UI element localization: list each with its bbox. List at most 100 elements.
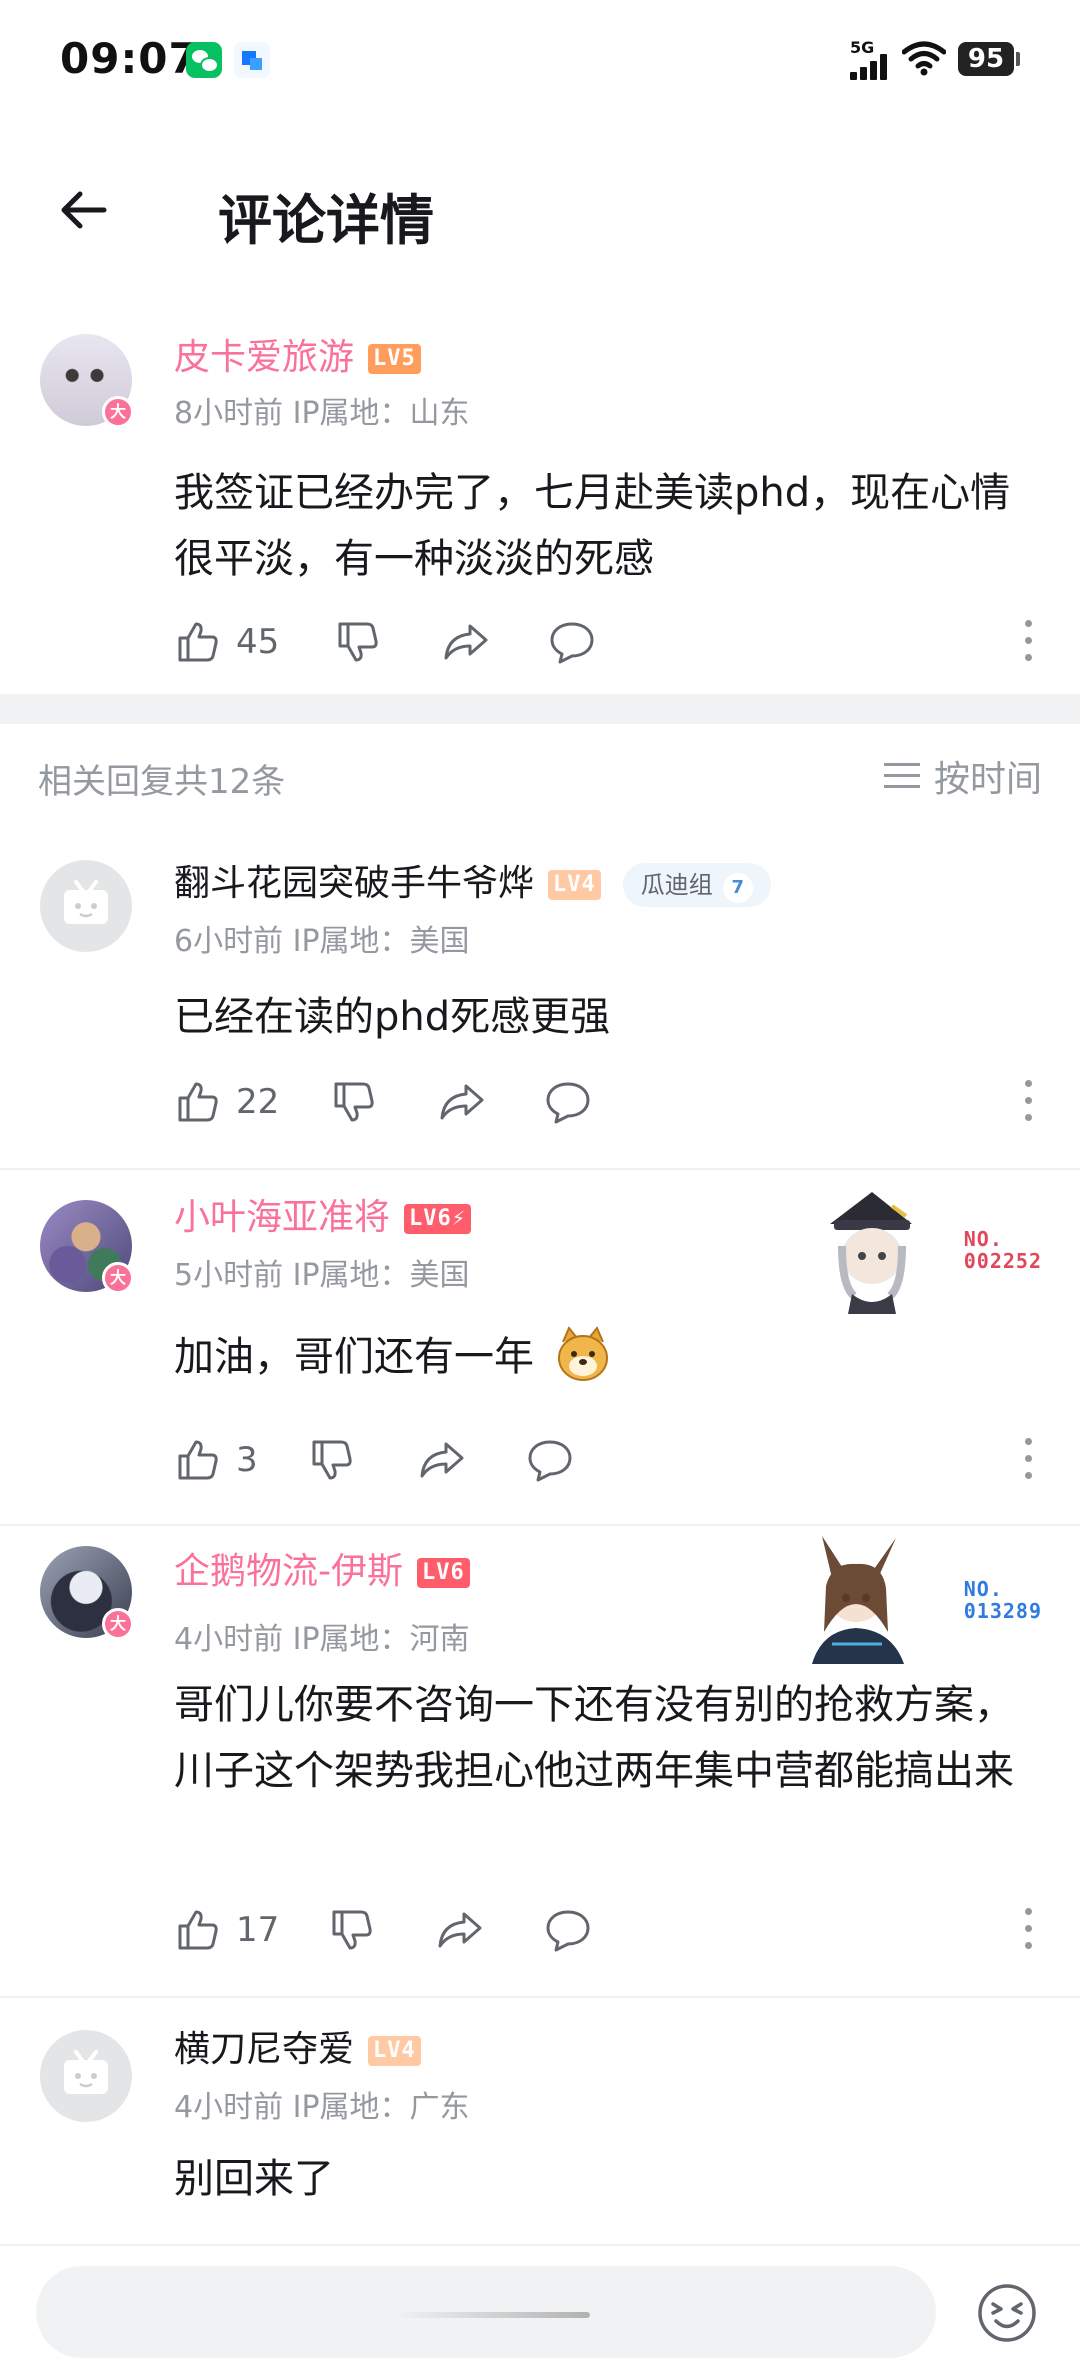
reply-input[interactable] [36, 2266, 936, 2358]
level-badge: LV5 [368, 344, 421, 374]
like-count: 45 [236, 622, 280, 662]
dislike-button[interactable] [328, 1900, 376, 1960]
comment-actions: 3 [174, 1430, 1034, 1490]
share-icon [440, 1084, 484, 1120]
avatar[interactable]: 大 [40, 1546, 134, 1640]
comment-meta: 5小时前 IP属地：美国 [174, 1258, 470, 1293]
fan-group-name: 瓜迪组 [640, 871, 713, 899]
like-button[interactable]: 3 [174, 1430, 258, 1490]
wechat-notification-icon [186, 42, 222, 78]
avatar-decoration-card[interactable]: NO. 002252 [812, 1186, 1042, 1316]
like-button[interactable]: 45 [174, 612, 279, 672]
emoji-icon[interactable] [976, 2282, 1038, 2344]
share-icon [444, 624, 488, 660]
decoration-character-icon [812, 1536, 904, 1664]
comment-actions: 17 [174, 1900, 1034, 1960]
like-count: 17 [236, 1910, 280, 1950]
fan-group-tag[interactable]: 瓜迪组 7 [622, 863, 771, 907]
app-notification-icon [234, 42, 270, 78]
comment-content: 别回来了 [174, 2156, 334, 2202]
reply-item: 翻斗花园突破手牛爷烨 LV4 瓜迪组 7 6小时前 IP属地：美国 已经在读的phd死… [0, 850, 1080, 1160]
avatar[interactable]: 大 [40, 1200, 134, 1294]
share-icon [438, 1912, 482, 1948]
share-button[interactable] [442, 612, 490, 672]
avatar-badge: 大 [102, 1608, 134, 1640]
sort-icon [883, 761, 920, 791]
comment-username[interactable]: 企鹅物流-伊斯 LV6 [174, 1542, 470, 1594]
like-button[interactable]: 17 [174, 1900, 279, 1960]
comment-text: 加油，哥们还有一年 [174, 1334, 534, 1380]
level-badge: LV6 [417, 1558, 470, 1588]
more-icon[interactable] [1022, 1080, 1034, 1124]
comment-meta: 6小时前 IP属地：美国 [174, 924, 470, 959]
signal-icon [850, 54, 894, 80]
reply-icon [550, 622, 594, 664]
dislike-button[interactable] [330, 1072, 378, 1132]
back-arrow-icon[interactable] [52, 178, 116, 242]
like-icon [178, 622, 218, 662]
reply-item: 大 小叶海亚准将 LV6⚡ NO. 002252 5小时前 IP属地：美国 加油，… [0, 1186, 1080, 1516]
avatar[interactable] [40, 860, 132, 952]
comment-actions: 22 [174, 1072, 1034, 1132]
share-button[interactable] [418, 1430, 466, 1490]
default-avatar-icon [64, 2050, 108, 2094]
comment-meta: 4小时前 IP属地：广东 [174, 2090, 470, 2125]
reply-button[interactable] [544, 1900, 592, 1960]
battery-indicator: 95 [958, 42, 1014, 76]
comment-meta: 4小时前 IP属地：河南 [174, 1622, 470, 1657]
share-button[interactable] [438, 1072, 486, 1132]
dislike-icon [332, 1910, 372, 1950]
level-badge: LV4 [548, 870, 601, 900]
comment-username[interactable]: 横刀尼夺爱 LV4 [174, 2020, 421, 2072]
decoration-number: NO. 013289 [964, 1578, 1042, 1622]
reply-icon [546, 1910, 590, 1952]
more-icon[interactable] [1022, 1438, 1034, 1482]
reply-icon [528, 1440, 572, 1482]
comment-username[interactable]: 翻斗花园突破手牛爷烨 LV4 瓜迪组 7 [174, 854, 771, 907]
comment-username[interactable]: 小叶海亚准将 LV6⚡ [174, 1188, 471, 1240]
sort-label: 按时间 [933, 759, 1042, 800]
like-count: 3 [236, 1440, 258, 1480]
reply-button[interactable] [548, 612, 596, 672]
fan-group-level: 7 [722, 873, 753, 903]
divider [0, 1524, 1080, 1526]
decoration-number: NO. 002252 [964, 1228, 1042, 1272]
divider [0, 1996, 1080, 1998]
section-divider [0, 694, 1080, 724]
avatar[interactable] [40, 2030, 132, 2122]
username-text: 翻斗花园突破手牛爷烨 [174, 863, 535, 904]
level-badge: LV6⚡ [404, 1204, 471, 1234]
username-text: 横刀尼夺爱 [174, 2029, 355, 2070]
comment-username[interactable]: 皮卡爱旅游 LV5 [174, 328, 421, 380]
like-icon [178, 1910, 218, 1950]
comment-content: 加油，哥们还有一年 [174, 1324, 1034, 1390]
username-text: 企鹅物流-伊斯 [174, 1551, 403, 1592]
dislike-icon [334, 1082, 374, 1122]
reply-button[interactable] [526, 1430, 574, 1490]
share-icon [420, 1442, 464, 1478]
like-icon [178, 1440, 218, 1480]
comment-content: 我签证已经办完了，七月赴美读phd，现在心情很平淡，有一种淡淡的死感 [174, 470, 1011, 582]
decoration-no-label: NO. [963, 1227, 1003, 1251]
avatar-badge: 大 [102, 1262, 134, 1294]
decoration-no-value: 013289 [963, 1599, 1042, 1623]
avatar[interactable]: 大 [40, 334, 134, 428]
main-comment: 大 皮卡爱旅游 LV5 8小时前 IP属地：山东 我签证已经办完了，七月赴美读ph… [0, 330, 1080, 690]
like-count: 22 [236, 1082, 280, 1122]
decoration-no-label: NO. [963, 1577, 1003, 1601]
sort-button[interactable]: 按时间 [883, 750, 1042, 802]
username-text: 皮卡爱旅游 [174, 337, 355, 378]
share-button[interactable] [436, 1900, 484, 1960]
dislike-button[interactable] [308, 1430, 356, 1490]
decoration-character-icon [830, 1192, 912, 1314]
wifi-icon [902, 41, 946, 76]
more-icon[interactable] [1022, 620, 1034, 664]
like-button[interactable]: 22 [174, 1072, 279, 1132]
battery-tip [1016, 52, 1020, 66]
username-text: 小叶海亚准将 [174, 1197, 391, 1238]
more-icon[interactable] [1022, 1908, 1034, 1952]
avatar-decoration-card[interactable]: NO. 013289 [812, 1534, 1042, 1664]
reply-button[interactable] [544, 1072, 592, 1132]
page-title: 评论详情 [218, 189, 434, 252]
dislike-button[interactable] [334, 612, 382, 672]
